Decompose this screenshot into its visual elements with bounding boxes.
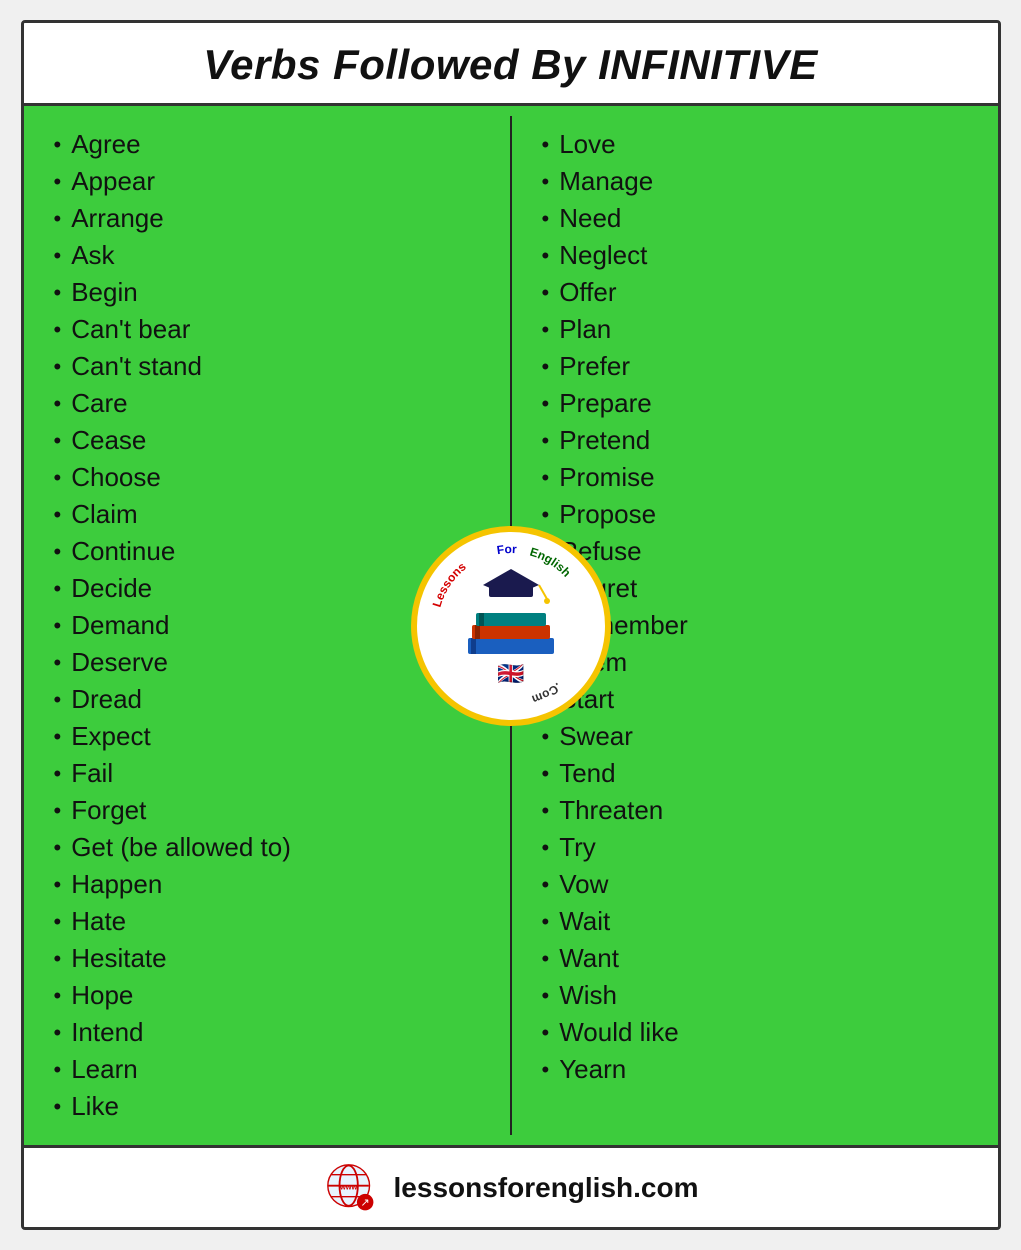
list-item: Care [54,385,490,422]
footer: www ↗ lessonsforenglish.com [24,1148,998,1227]
list-item: Swear [542,718,978,755]
list-item: Tend [542,755,978,792]
list-item: Would like [542,1014,978,1051]
list-item: Propose [542,496,978,533]
list-item: Yearn [542,1051,978,1088]
list-item: Begin [54,274,490,311]
list-item: Claim [54,496,490,533]
list-item: Like [54,1088,490,1125]
footer-url: lessonsforenglish.com [394,1172,699,1204]
list-item: Try [542,829,978,866]
list-item: Prepare [542,385,978,422]
list-item: Expect [54,718,490,755]
list-item: Can't stand [54,348,490,385]
svg-text:For: For [495,541,516,556]
list-item: Plan [542,311,978,348]
list-item: Need [542,200,978,237]
list-item: Agree [54,126,490,163]
list-item: Wait [542,903,978,940]
list-item: Want [542,940,978,977]
content-area: AgreeAppearArrangeAskBeginCan't bearCan'… [24,106,998,1148]
list-item: Ask [54,237,490,274]
list-item: Manage [542,163,978,200]
main-card: Verbs Followed By INFINITIVE AgreeAppear… [21,20,1001,1230]
list-item: Threaten [542,792,978,829]
list-item: Choose [54,459,490,496]
list-item: Promise [542,459,978,496]
logo-overlay: Lessons For English .Com [411,526,611,726]
svg-text:↗: ↗ [360,1197,369,1209]
header: Verbs Followed By INFINITIVE [24,23,998,106]
list-item: Intend [54,1014,490,1051]
svg-text:www: www [339,1182,357,1191]
list-item: Fail [54,755,490,792]
list-item: Start [542,681,978,718]
list-item: Can't bear [54,311,490,348]
page-title: Verbs Followed By INFINITIVE [34,41,988,89]
list-item: Cease [54,422,490,459]
list-item: Hope [54,977,490,1014]
list-item: Get (be allowed to) [54,829,490,866]
list-item: Hesitate [54,940,490,977]
list-item: Prefer [542,348,978,385]
list-item: Arrange [54,200,490,237]
list-item: Refuse [542,533,978,570]
logo-container: Lessons For English .Com [418,533,604,719]
list-item: Appear [54,163,490,200]
list-item: Learn [54,1051,490,1088]
list-item: Happen [54,866,490,903]
list-item: Hate [54,903,490,940]
list-item: Wish [542,977,978,1014]
globe-icon: www ↗ [323,1160,378,1215]
list-item: Pretend [542,422,978,459]
list-item: Neglect [542,237,978,274]
logo-svg: Lessons For English .Com [418,533,604,719]
list-item: Offer [542,274,978,311]
svg-text:🇬🇧: 🇬🇧 [497,661,524,686]
list-item: Vow [542,866,978,903]
list-item: Forget [54,792,490,829]
list-item: Love [542,126,978,163]
